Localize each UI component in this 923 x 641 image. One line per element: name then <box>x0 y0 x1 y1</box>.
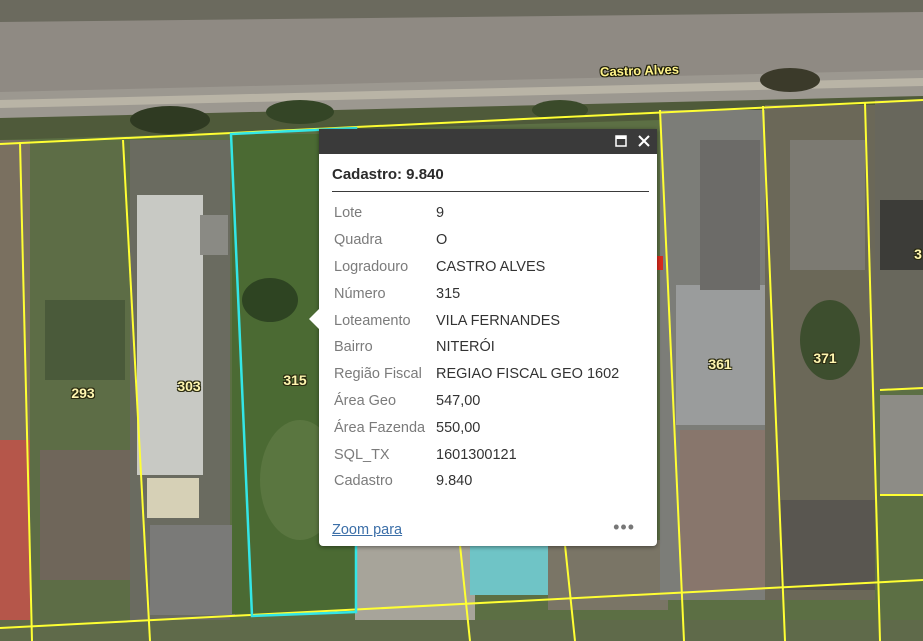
attribute-row: Loteamento VILA FERNANDES <box>330 307 619 334</box>
parcel-label-361: 361 <box>708 356 732 372</box>
attribute-value: O <box>436 232 448 249</box>
attribute-row: Logradouro CASTRO ALVES <box>330 254 619 281</box>
maximize-button[interactable] <box>611 131 631 151</box>
attribute-row: SQL_TX 1601300121 <box>330 441 619 468</box>
attribute-label: Área Geo <box>334 392 397 409</box>
attribute-label: Lote <box>334 205 363 222</box>
close-icon <box>638 135 650 147</box>
popup-title: Cadastro: 9.840 <box>332 166 444 183</box>
attribute-row: Lote 9 <box>330 200 619 227</box>
attribute-value: 1601300121 <box>436 446 517 463</box>
attribute-row: Região Fiscal REGIAO FISCAL GEO 1602 <box>330 361 619 388</box>
attribute-label: Região Fiscal <box>334 366 422 383</box>
attribute-label: Quadra <box>334 232 383 249</box>
more-icon[interactable]: ••• <box>613 517 635 538</box>
attribute-row: Área Geo 547,00 <box>330 388 619 415</box>
attribute-label: Cadastro <box>334 473 393 490</box>
parcel-label-303: 303 <box>177 378 201 394</box>
attribute-value: VILA FERNANDES <box>436 312 561 329</box>
attribute-value: 315 <box>436 285 461 302</box>
attribute-value: 547,00 <box>436 392 481 409</box>
maximize-icon <box>615 135 627 147</box>
attribute-value: REGIAO FISCAL GEO 1602 <box>436 366 620 383</box>
attribute-value: 9.840 <box>436 473 473 490</box>
attribute-label: Bairro <box>334 339 373 356</box>
parcel-label-partial: 3 <box>914 246 922 262</box>
parcel-popup: Cadastro: 9.840 Lote 9 Quadra O Logradouro CA… <box>309 129 657 546</box>
attribute-label: Número <box>334 285 386 302</box>
attribute-row: Bairro NITERÓI <box>330 334 619 361</box>
close-button[interactable] <box>634 131 654 151</box>
zoom-to-link[interactable]: Zoom para <box>332 522 402 538</box>
attribute-row: Área Fazenda 550,00 <box>330 414 619 441</box>
attribute-label: Logradouro <box>334 258 409 275</box>
attribute-value: 9 <box>436 205 445 222</box>
attribute-row: Quadra O <box>330 227 619 254</box>
attribute-label: Loteamento <box>334 312 411 329</box>
attribute-value: 550,00 <box>436 419 481 436</box>
attribute-label: Área Fazenda <box>334 419 426 436</box>
title-divider <box>332 191 649 192</box>
attribute-row: Número 315 <box>330 280 619 307</box>
attribute-value: CASTRO ALVES <box>436 258 546 275</box>
attribute-row: Cadastro 9.840 <box>330 468 619 495</box>
attribute-value: NITERÓI <box>436 339 495 356</box>
parcel-label-293: 293 <box>71 385 95 401</box>
attribute-table: Lote 9 Quadra O Logradouro CASTRO ALVES Número… <box>330 200 619 495</box>
popup-header <box>319 129 657 154</box>
parcel-label-315: 315 <box>283 372 307 388</box>
popup-pointer <box>309 309 319 329</box>
street-label: Castro Alves <box>599 61 680 80</box>
attribute-label: SQL_TX <box>334 446 390 463</box>
parcel-label-371: 371 <box>813 350 837 366</box>
